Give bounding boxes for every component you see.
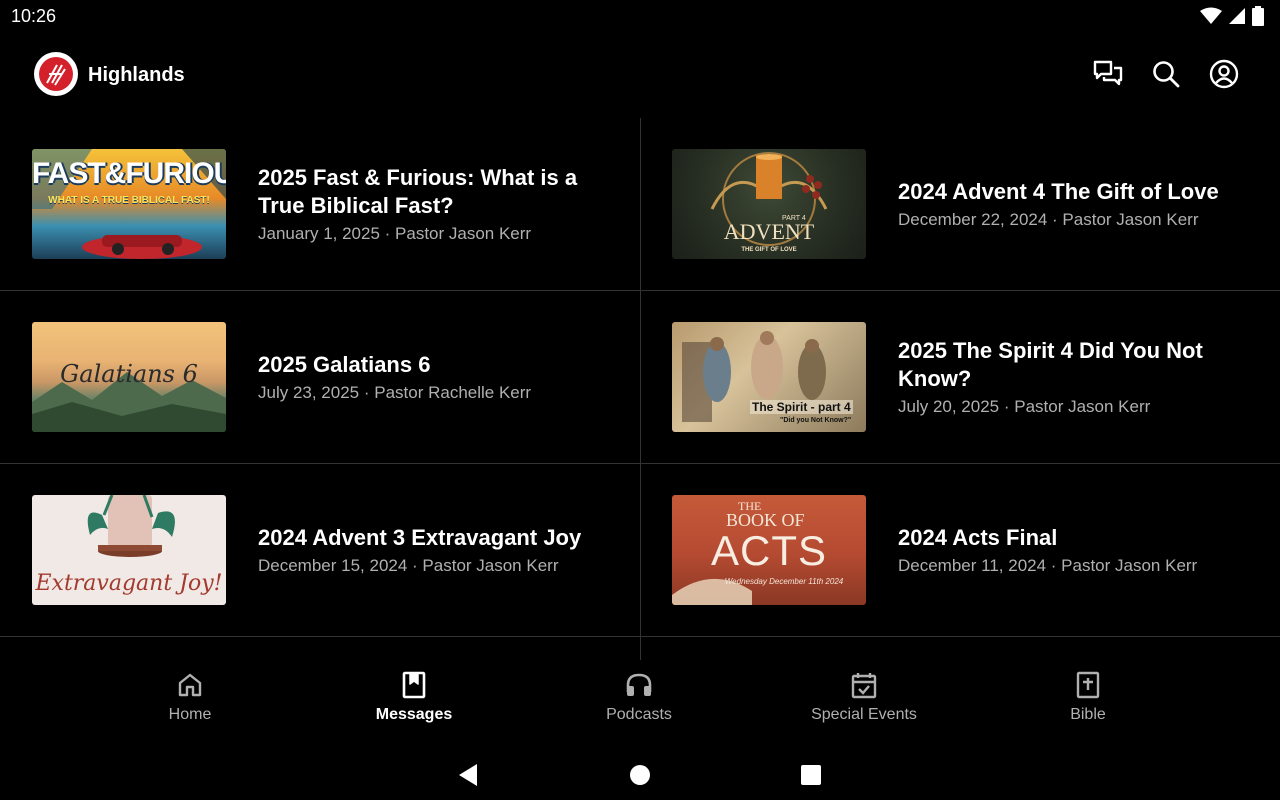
thumbnail-date: Wednesday December 11th 2024 <box>724 577 844 586</box>
back-button[interactable] <box>448 755 488 795</box>
bible-icon <box>1076 671 1100 699</box>
message-text: 2024 Acts Final December 11, 2024 · Past… <box>898 464 1250 637</box>
thumbnail-title: Extravagant Joy! <box>35 571 223 596</box>
message-title: 2024 Advent 4 The Gift of Love <box>898 178 1219 204</box>
battery-icon <box>1252 6 1264 26</box>
app-bar: Highlands <box>0 50 1280 102</box>
message-card[interactable]: FAST&FURIOUS WHAT IS A TRUE BIBLICAL FAS… <box>0 118 640 291</box>
system-navigation <box>0 745 1280 800</box>
calendar-check-icon <box>851 673 877 699</box>
message-thumbnail: The Spirit - part 4 "Did you Not Know?" <box>672 322 866 432</box>
message-meta: January 1, 2025 · Pastor Jason Kerr <box>258 223 532 243</box>
thumbnail-art <box>682 331 826 422</box>
message-meta: December 22, 2024 · Pastor Jason Kerr <box>898 209 1199 229</box>
account-button[interactable] <box>1208 58 1240 90</box>
message-meta: July 23, 2025 · Pastor Rachelle Kerr <box>258 382 532 402</box>
app-actions <box>1092 58 1240 90</box>
message-card[interactable]: ADVENT PART 4 THE GIFT OF LOVE 2024 Adve… <box>640 118 1280 291</box>
message-title: 2025 Galatians 6 <box>258 351 431 377</box>
screen: 10:26 Highlands FAST&FURIOU WHAT IS A TR… <box>0 0 1280 800</box>
nav-label: Messages <box>375 706 453 723</box>
status-bar: 10:26 <box>0 0 1280 34</box>
home-icon <box>178 673 202 697</box>
headphones-icon <box>626 673 652 696</box>
status-time: 10:26 <box>11 6 57 26</box>
account-icon <box>1209 59 1239 89</box>
recents-square-icon <box>801 765 821 785</box>
message-thumbnail: Extravagant Joy! <box>32 495 226 605</box>
message-text: 2024 Advent 4 The Gift of Love December … <box>898 118 1250 291</box>
wifi-icon <box>1200 7 1222 24</box>
message-card[interactable]: Extravagant Joy! 2024 Advent 3 Extravaga… <box>0 464 640 637</box>
thumbnail-part: PART 4 <box>782 215 806 222</box>
nav-item-home[interactable]: Home <box>120 670 260 724</box>
home-system-button[interactable] <box>620 755 660 795</box>
nav-item-bible[interactable]: Bible <box>1018 670 1158 724</box>
back-triangle-icon <box>459 764 477 786</box>
thumbnail-title: FAST&FURIOUS <box>32 157 226 190</box>
thumbnail-title: Galatians 6 <box>60 360 198 388</box>
message-thumbnail: Galatians 6 <box>32 322 226 432</box>
status-icons <box>1200 6 1264 26</box>
logo-mark <box>39 57 73 91</box>
recents-button[interactable] <box>791 755 831 795</box>
nav-item-special-events[interactable]: Special Events <box>794 670 934 724</box>
bottom-navigation: Home Messages Podcasts Special Events Bi… <box>0 662 1280 742</box>
message-text: 2025 Fast & Furious: What is a True Bibl… <box>258 118 610 291</box>
nav-label: Special Events <box>811 706 917 723</box>
church-logo[interactable] <box>34 52 78 96</box>
message-thumbnail: THE BOOK OF ACTS Wednesday December 11th… <box>672 495 866 605</box>
nav-label: Bible <box>1070 706 1106 723</box>
message-thumbnail: FAST&FURIOUS WHAT IS A TRUE BIBLICAL FAS… <box>32 149 226 259</box>
message-meta: December 11, 2024 · Pastor Jason Kerr <box>898 555 1198 575</box>
nav-label: Home <box>168 706 212 723</box>
thumbnail-title: ACTS <box>710 527 827 574</box>
bookmark-icon <box>402 671 426 699</box>
search-button[interactable] <box>1150 58 1182 90</box>
message-card[interactable]: Galatians 6 2025 Galatians 6 July 23, 20… <box>0 291 640 464</box>
app-title: Highlands <box>88 64 185 86</box>
message-title: 2025 Fast & Furious: What is a True Bibl… <box>258 164 578 218</box>
message-title: 2024 Advent 3 Extravagant Joy <box>258 524 582 550</box>
message-card[interactable]: THE BOOK OF ACTS Wednesday December 11th… <box>640 464 1280 637</box>
logo-glyph-icon <box>46 64 66 86</box>
thumbnail-title: ADVENT <box>723 219 815 244</box>
nav-item-podcasts[interactable]: Podcasts <box>569 670 709 724</box>
messages-grid: FAST&FURIOUS WHAT IS A TRUE BIBLICAL FAS… <box>0 118 1280 660</box>
chat-button[interactable] <box>1092 58 1124 90</box>
message-title: 2025 The Spirit 4 Did You Not Know? <box>898 337 1203 391</box>
message-card[interactable]: The Spirit - part 4 "Did you Not Know?" … <box>640 291 1280 464</box>
search-icon <box>1153 61 1180 88</box>
nav-item-messages[interactable]: Messages <box>344 670 484 724</box>
home-circle-icon <box>630 765 650 785</box>
thumbnail-subtitle: WHAT IS A TRUE BIBLICAL FAST! <box>48 195 210 206</box>
nav-label: Podcasts <box>606 706 672 723</box>
chat-icon <box>1093 60 1123 86</box>
message-thumbnail: ADVENT PART 4 THE GIFT OF LOVE <box>672 149 866 259</box>
thumbnail-subtitle: THE GIFT OF LOVE <box>741 247 797 253</box>
message-text: 2024 Advent 3 Extravagant Joy December 1… <box>258 464 610 637</box>
thumbnail-subtitle: "Did you Not Know?" <box>780 417 852 424</box>
message-text: 2025 The Spirit 4 Did You Not Know? July… <box>898 291 1250 464</box>
message-title: 2024 Acts Final <box>898 524 1058 550</box>
message-text: 2025 Galatians 6 July 23, 2025 · Pastor … <box>258 291 610 464</box>
thumbnail-title: The Spirit - part 4 <box>750 400 853 414</box>
message-meta: July 20, 2025 · Pastor Jason Kerr <box>898 396 1151 416</box>
message-meta: December 15, 2024 · Pastor Jason Kerr <box>258 555 559 575</box>
signal-icon <box>1229 8 1245 24</box>
